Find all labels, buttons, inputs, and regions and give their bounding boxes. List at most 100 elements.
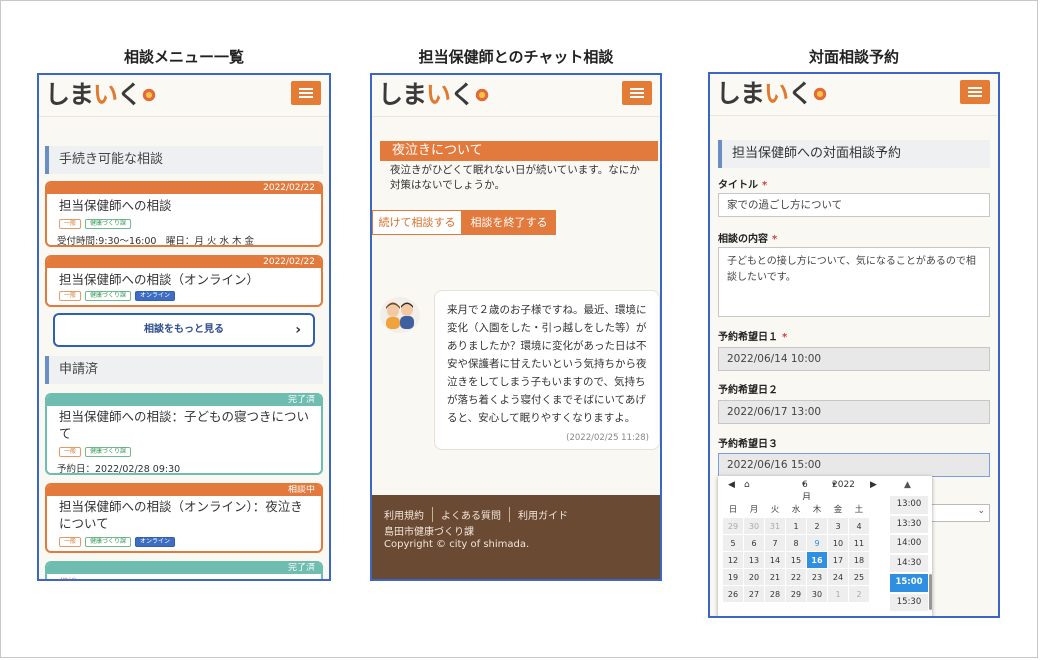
- select-dropdown[interactable]: ⌄: [924, 504, 990, 522]
- calendar-day[interactable]: 21: [764, 568, 786, 586]
- calendar-day[interactable]: 14: [764, 551, 786, 569]
- card-status-badge: 相談中: [47, 485, 321, 496]
- weekday-header: 木: [806, 500, 828, 518]
- calendar-day[interactable]: 5: [722, 534, 744, 552]
- calendar-day[interactable]: 8: [785, 534, 807, 552]
- footer-link-faq[interactable]: よくある質問: [433, 507, 510, 522]
- counselor-avatar-icon: [380, 297, 420, 333]
- card-tags: 一般 健康づくり課 オンライン: [59, 291, 176, 301]
- calendar-day[interactable]: 24: [827, 568, 849, 586]
- calendar-day[interactable]: 1: [785, 517, 807, 535]
- weekday-header: 火: [764, 500, 786, 518]
- footer-link-guide[interactable]: 利用ガイド: [510, 507, 576, 522]
- reply-timestamp: (2022/02/25 11:28): [566, 433, 649, 443]
- calendar-day[interactable]: 29: [785, 585, 807, 603]
- date2-input[interactable]: 2022/06/17 13:00: [718, 400, 990, 424]
- applied-card-online[interactable]: 相談中 担当保健師への相談（オンライン）：夜泣きについて 一般 健康づくり課 オ…: [45, 483, 323, 553]
- calendar-day[interactable]: 17: [827, 551, 849, 569]
- logo[interactable]: しまいく: [716, 79, 828, 109]
- heading-menu-list: 相談メニュー一覧: [123, 48, 244, 66]
- heading-chat: 担当保健師とのチャット相談: [418, 48, 614, 66]
- calendar-day[interactable]: 2: [806, 517, 828, 535]
- weekday-header: 水: [785, 500, 807, 518]
- flower-icon: [142, 88, 157, 102]
- card-date: 2022/02/22: [47, 257, 321, 268]
- continue-consultation-button[interactable]: 続けて相談する: [372, 210, 462, 235]
- calendar-day[interactable]: 19: [722, 568, 744, 586]
- calendar-day[interactable]: 1: [827, 585, 849, 603]
- applied-card-partial[interactable]: 完了済 相談: [45, 561, 323, 579]
- time-option[interactable]: 14:30: [890, 554, 928, 572]
- time-option[interactable]: 13:00: [890, 496, 928, 514]
- calendar-day[interactable]: 20: [743, 568, 765, 586]
- consult-card[interactable]: 2022/02/22 担当保健師への相談 一般 健康づくり課 受付時間:9:30…: [45, 181, 323, 247]
- time-up-icon[interactable]: ▲: [904, 480, 911, 490]
- date1-label: 予約希望日１ *: [718, 332, 788, 343]
- title-input[interactable]: 家での過ごし方について: [718, 193, 990, 217]
- calendar-day[interactable]: 15: [785, 551, 807, 569]
- time-scrollbar[interactable]: [929, 574, 932, 610]
- calendar-day[interactable]: 27: [743, 585, 765, 603]
- calendar-day[interactable]: 2: [848, 585, 870, 603]
- card-title: 担当保健師への相談: [59, 198, 172, 213]
- card-status-badge: 完了済: [47, 563, 321, 574]
- card-title: 担当保健師への相談：子どもの寝つきについて: [59, 409, 310, 441]
- date3-input[interactable]: 2022/06/16 15:00: [718, 453, 990, 477]
- calendar-day[interactable]: 9: [806, 534, 828, 552]
- calendar-day[interactable]: 12: [722, 551, 744, 569]
- calendar-day[interactable]: 30: [743, 517, 765, 535]
- title-label: タイトル *: [718, 180, 768, 191]
- date1-input[interactable]: 2022/06/14 10:00: [718, 347, 990, 371]
- counselor-reply-bubble: 来月で２歳のお子様ですね。最近、環境に変化（入園をした・引っ越しをした等）があり…: [434, 290, 660, 450]
- hamburger-icon[interactable]: [291, 81, 321, 105]
- footer-link-terms[interactable]: 利用規約: [384, 507, 433, 522]
- card-tags: 一般 健康づくり課 オンライン: [59, 537, 176, 547]
- weekday-header: 日: [722, 500, 744, 518]
- time-option[interactable]: 15:00: [890, 574, 928, 592]
- hamburger-icon[interactable]: [622, 81, 652, 105]
- site-footer: 利用規約 よくある質問 利用ガイド 島田市健康づくり課 Copyright © …: [372, 495, 660, 579]
- section-title-applied: 申請済: [45, 356, 323, 384]
- calendar-day[interactable]: 13: [743, 551, 765, 569]
- time-option[interactable]: 14:00: [890, 535, 928, 553]
- user-question: 夜泣きがひどくて眠れない日が続いています。なにか対策はないでしょうか。: [390, 164, 640, 191]
- prev-month-icon[interactable]: ◀: [728, 480, 735, 490]
- card-hours: 受付時間:9:30〜16:00 曜日：月 火 水 木 金: [57, 236, 254, 247]
- calendar-day[interactable]: 31: [764, 517, 786, 535]
- calendar-day[interactable]: 28: [764, 585, 786, 603]
- consult-card-online[interactable]: 2022/02/22 担当保健師への相談（オンライン） 一般 健康づくり課 オン…: [45, 255, 323, 307]
- logo[interactable]: しまいく: [45, 80, 157, 110]
- time-option[interactable]: 13:30: [890, 515, 928, 533]
- weekday-header: 月: [743, 500, 765, 518]
- header-bar: しまいく: [372, 75, 660, 117]
- calendar-day[interactable]: 3: [827, 517, 849, 535]
- footer-links: 利用規約 よくある質問 利用ガイド: [384, 507, 576, 522]
- content-textarea[interactable]: 子どもとの接し方について、気になることがあるので相談したいです。: [718, 247, 990, 317]
- card-reserved-date: 予約日：2022/02/28 09:30: [57, 464, 181, 475]
- calendar-day[interactable]: 26: [722, 585, 744, 603]
- calendar-day[interactable]: 6: [743, 534, 765, 552]
- next-month-icon[interactable]: ▶: [870, 480, 877, 490]
- applied-card[interactable]: 完了済 担当保健師への相談：子どもの寝つきについて 一般 健康づくり課 予約日：…: [45, 393, 323, 475]
- calendar-day[interactable]: 22: [785, 568, 807, 586]
- calendar-day[interactable]: 18: [848, 551, 870, 569]
- end-consultation-button[interactable]: 相談を終了する: [462, 210, 556, 235]
- time-option[interactable]: 15:30: [890, 593, 928, 611]
- header-bar: しまいく: [710, 74, 998, 116]
- calendar-day[interactable]: 11: [848, 534, 870, 552]
- calendar-day[interactable]: 4: [848, 517, 870, 535]
- chevron-down-icon: ⌄: [977, 506, 985, 516]
- more-consultations-button[interactable]: 相談をもっと見る ›: [53, 313, 315, 347]
- calendar-day[interactable]: 16: [806, 551, 828, 569]
- calendar-day[interactable]: 29: [722, 517, 744, 535]
- picker-header: ◀ ⌂ 6月 ▾ 2022 ▾ ▶: [728, 480, 877, 503]
- home-icon[interactable]: ⌂: [744, 480, 750, 490]
- hamburger-icon[interactable]: [960, 80, 990, 104]
- calendar-day[interactable]: 23: [806, 568, 828, 586]
- calendar-day[interactable]: 7: [764, 534, 786, 552]
- logo[interactable]: しまいく: [378, 80, 490, 110]
- calendar-day[interactable]: 30: [806, 585, 828, 603]
- calendar-day[interactable]: 25: [848, 568, 870, 586]
- card-title: 担当保健師への相談（オンライン）：夜泣きについて: [59, 499, 303, 531]
- calendar-day[interactable]: 10: [827, 534, 849, 552]
